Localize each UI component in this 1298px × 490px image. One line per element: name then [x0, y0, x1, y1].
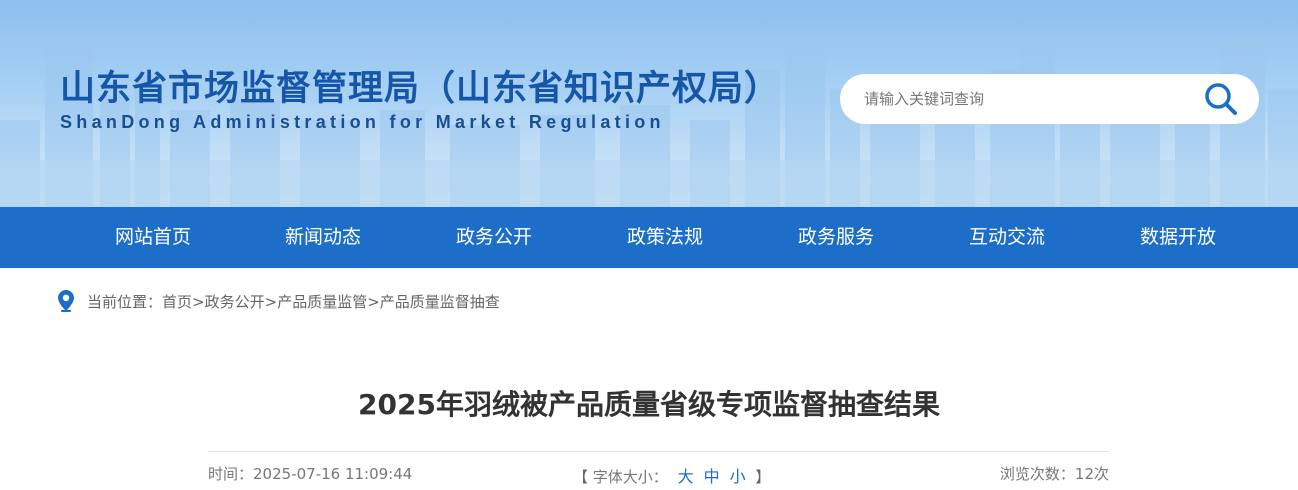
nav-item-news[interactable]: 新闻动态 — [285, 207, 361, 268]
nav-item-home[interactable]: 网站首页 — [115, 207, 191, 268]
publish-time-label: 时间： — [208, 465, 254, 483]
breadcrumb-prefix: 当前位置： — [87, 292, 163, 311]
breadcrumb-home[interactable]: 首页 — [162, 293, 192, 311]
breadcrumb-separator: > — [264, 292, 278, 311]
nav-item-interaction[interactable]: 互动交流 — [969, 207, 1045, 268]
nav-item-services[interactable]: 政务服务 — [798, 207, 874, 268]
view-count-value: 12次 — [1074, 465, 1109, 483]
breadcrumb-quality-inspection[interactable]: 产品质量监督抽查 — [380, 293, 500, 311]
nav-item-open-data[interactable]: 数据开放 — [1140, 207, 1216, 268]
font-size-open-bracket: 【 — [573, 468, 589, 486]
publish-time: 时间：2025-07-16 11:09:44 — [208, 463, 412, 484]
font-size-close-bracket: 】 — [755, 468, 771, 486]
font-size-control: 【 字体大小： 大中小 】 — [573, 463, 770, 487]
search-icon — [1205, 83, 1237, 115]
nav-item-government-affairs[interactable]: 政务公开 — [456, 207, 532, 268]
breadcrumb-government-affairs[interactable]: 政务公开 — [205, 293, 265, 311]
breadcrumb-separator: > — [367, 292, 380, 311]
search-input[interactable] — [864, 87, 1184, 111]
divider — [208, 451, 1109, 452]
font-size-medium-button[interactable]: 中 — [704, 467, 720, 486]
location-pin-icon — [58, 290, 74, 312]
site-subtitle: ShanDong Administration for Market Regul… — [60, 112, 665, 132]
article-title: 2025年羽绒被产品质量省级专项监督抽查结果 — [358, 388, 940, 421]
publish-time-value: 2025-07-16 11:09:44 — [253, 465, 413, 483]
breadcrumb: 当前位置：首页>政务公开>产品质量监管>产品质量监督抽查 — [58, 289, 500, 313]
font-size-large-button[interactable]: 大 — [678, 467, 694, 486]
search-box — [840, 74, 1259, 124]
view-count-label: 浏览次数： — [999, 465, 1075, 483]
font-size-small-button[interactable]: 小 — [730, 467, 746, 486]
breadcrumb-product-quality[interactable]: 产品质量监管 — [277, 293, 367, 311]
site-title: 山东省市场监督管理局（山东省知识产权局） — [60, 69, 781, 109]
font-size-label: 字体大小： — [592, 468, 668, 486]
search-button[interactable] — [1201, 79, 1241, 119]
site-header: 山东省市场监督管理局（山东省知识产权局） ShanDong Administra… — [0, 0, 1298, 207]
nav-item-policies[interactable]: 政策法规 — [627, 207, 703, 268]
breadcrumb-separator: > — [192, 292, 205, 311]
view-count: 浏览次数：12次 — [1000, 463, 1109, 484]
main-nav: 网站首页 新闻动态 政务公开 政策法规 政务服务 互动交流 数据开放 — [0, 207, 1298, 268]
